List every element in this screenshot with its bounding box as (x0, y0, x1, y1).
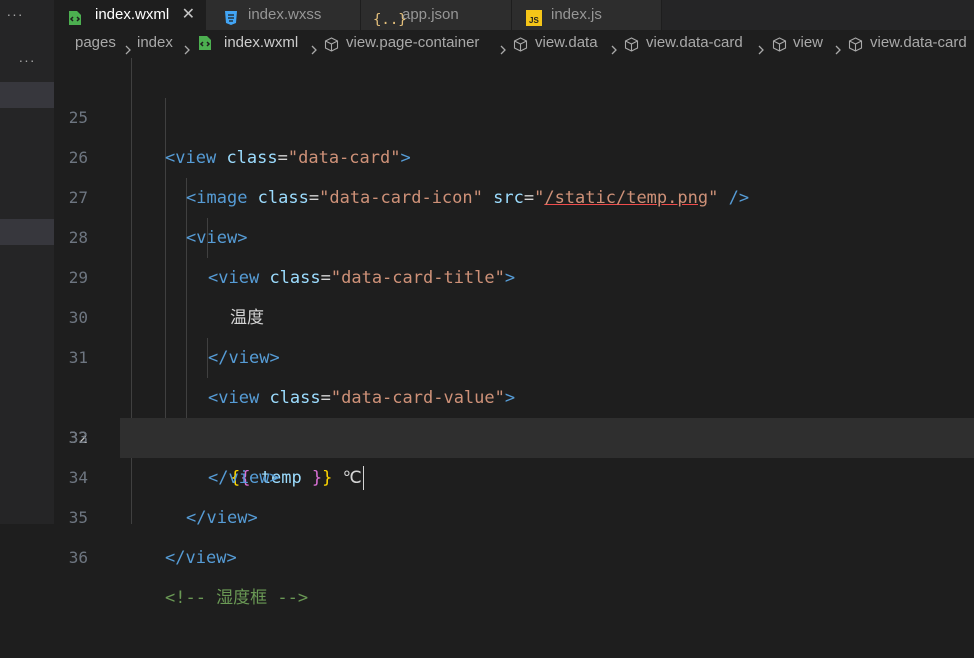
code-line[interactable]: 36 <!-- 湿度框 --> (54, 498, 974, 608)
tab-label: app.json (402, 6, 459, 23)
code-line[interactable]: 27 <view> (54, 138, 974, 248)
line-number: 36 (68, 548, 88, 567)
more-actions-icon[interactable]: ··· (0, 4, 30, 24)
breadcrumb: pages index index.wxml view.page-contain… (54, 30, 974, 56)
line-content[interactable]: </view> (165, 538, 237, 578)
code-line[interactable]: 25 <view class="data-card"> (54, 58, 974, 168)
chevron-right-icon (834, 38, 842, 56)
wxml-file-icon (198, 34, 212, 56)
code-line[interactable]: 29 温度 (54, 218, 974, 328)
code-line[interactable]: 26 <image class="data-card-icon" src="/s… (54, 98, 974, 208)
chevron-right-icon (757, 38, 765, 56)
breadcrumb-item[interactable]: view (793, 30, 823, 56)
tab-label: index.js (551, 6, 602, 23)
code-line-current[interactable]: 32 {{ temp }} ℃ (54, 338, 974, 490)
breadcrumb-item[interactable]: view.data (535, 30, 598, 56)
explorer-selected-item[interactable] (0, 82, 54, 108)
code-line[interactable]: 34 </view> (54, 418, 974, 528)
chevron-right-icon (310, 38, 318, 56)
close-icon[interactable]: ✕ (182, 0, 195, 30)
cube-icon (324, 35, 339, 56)
cube-icon (513, 35, 528, 56)
tab-index-js[interactable]: JS index.js (512, 0, 662, 30)
breadcrumb-item[interactable]: pages (75, 30, 116, 56)
explorer-hover-item[interactable] (0, 219, 54, 245)
chevron-right-icon (183, 38, 191, 56)
chevron-right-icon (124, 38, 132, 56)
code-line[interactable]: 28 <view class="data-card-title"> (54, 178, 974, 288)
left-panel: ··· ··· (0, 0, 54, 524)
explorer-more-icon[interactable]: ··· (12, 50, 42, 70)
cube-icon (624, 35, 639, 56)
code-line[interactable]: 35 </view> (54, 458, 974, 568)
breadcrumb-item[interactable]: view.data-card (870, 30, 967, 56)
breadcrumb-item[interactable]: view.data-card (646, 30, 743, 56)
code-editor[interactable]: 25 <view class="data-card"> 26 <image cl… (54, 58, 974, 608)
code-line[interactable]: 33 </view> (54, 378, 974, 488)
breadcrumb-item[interactable]: index.wxml (224, 30, 298, 56)
code-line[interactable]: 31 <view class="data-card-value"> (54, 298, 974, 408)
editor-tab-bar: index.wxml ✕ index.wxss {..} app.json JS… (54, 0, 974, 30)
svg-text:JS: JS (529, 16, 539, 25)
tab-label: index.wxss (248, 6, 322, 23)
cube-icon (772, 35, 787, 56)
chevron-right-icon (610, 38, 618, 56)
breadcrumb-item[interactable]: index (137, 30, 173, 56)
tab-index-wxml[interactable]: index.wxml ✕ (54, 0, 206, 30)
cube-icon (848, 35, 863, 56)
tab-label: index.wxml (95, 6, 170, 23)
code-line[interactable]: 30 </view> (54, 258, 974, 368)
line-content[interactable]: <!-- 湿度框 --> (165, 578, 308, 618)
tab-index-wxss[interactable]: index.wxss (206, 0, 361, 30)
tab-app-json[interactable]: {..} app.json (361, 0, 512, 30)
breadcrumb-item[interactable]: view.page-container (346, 30, 479, 56)
chevron-right-icon (499, 38, 507, 56)
